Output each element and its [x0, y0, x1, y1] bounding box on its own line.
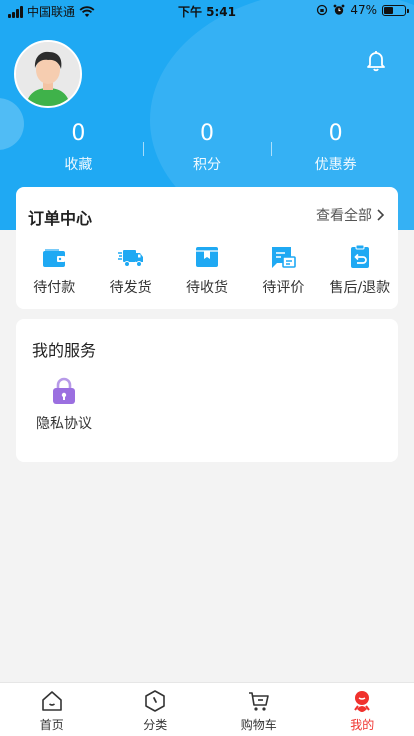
order-pending-shipment[interactable]: 待发货	[92, 243, 168, 297]
order-item-label: 待付款	[33, 280, 76, 296]
tab-profile[interactable]: 我的	[311, 683, 414, 736]
order-item-label: 售后/退款	[329, 280, 391, 296]
stat-label: 优惠券	[314, 157, 357, 173]
bottom-tab-bar: 首页 分类 购物车 我的	[0, 682, 414, 736]
alarm-icon	[333, 4, 345, 15]
tab-label: 购物车	[240, 718, 277, 732]
view-all-orders-link[interactable]: 查看全部	[316, 205, 386, 225]
order-pending-review[interactable]: 待评价	[245, 243, 321, 297]
view-all-label: 查看全部	[316, 208, 372, 224]
tab-label: 我的	[350, 718, 375, 732]
category-icon	[145, 690, 166, 712]
tab-cart[interactable]: 购物车	[207, 683, 311, 736]
privacy-policy-item[interactable]: 隐私协议	[32, 377, 96, 433]
tab-label: 首页	[39, 718, 64, 732]
status-bar: 中国联通 下午 5:41 47%	[0, 0, 414, 22]
order-after-sales[interactable]: 售后/退款	[322, 243, 398, 297]
stat-label: 收藏	[64, 157, 93, 173]
order-pending-receipt[interactable]: 待收货	[169, 243, 245, 297]
bell-icon	[367, 51, 385, 72]
order-item-label: 待收货	[186, 280, 229, 296]
profile-icon	[354, 691, 371, 712]
order-pending-payment[interactable]: 待付款	[16, 243, 92, 297]
status-right: 47%	[316, 3, 409, 17]
lock-icon	[53, 377, 75, 404]
user-avatar-icon	[16, 42, 80, 106]
tab-category[interactable]: 分类	[104, 683, 208, 736]
order-status-row: 待付款 待发货 待收货 待评价 售后/退款	[16, 243, 398, 297]
my-services-card: 我的服务 隐私协议	[16, 319, 398, 462]
orientation-lock-icon	[317, 4, 328, 16]
wallet-icon	[43, 249, 66, 267]
chevron-right-icon	[377, 209, 385, 221]
battery-fill	[384, 6, 394, 14]
comment-icon	[272, 247, 297, 268]
avatar[interactable]	[14, 40, 82, 108]
stat-value: 0	[328, 121, 343, 146]
home-icon	[41, 691, 62, 711]
stat-coupons[interactable]: 0 优惠券	[271, 120, 400, 176]
stats-row: 0 收藏 0 积分 0 优惠券	[14, 120, 400, 176]
my-services-title: 我的服务	[32, 341, 97, 360]
stat-points[interactable]: 0 积分	[142, 120, 272, 176]
box-icon	[196, 247, 219, 267]
battery-icon	[382, 4, 409, 16]
stat-label: 积分	[193, 157, 221, 173]
cart-icon	[248, 692, 269, 711]
battery-percent: 47%	[350, 3, 377, 17]
tab-home[interactable]: 首页	[0, 683, 104, 736]
stat-value: 0	[200, 121, 214, 146]
tab-label: 分类	[143, 718, 168, 732]
refund-icon	[350, 244, 369, 268]
truck-icon	[117, 250, 143, 267]
stat-favorites[interactable]: 0 收藏	[14, 120, 143, 176]
order-item-label: 待评价	[262, 280, 305, 296]
notification-bell-button[interactable]	[362, 46, 390, 74]
service-item-label: 隐私协议	[36, 416, 92, 432]
order-center-card: 订单中心 查看全部 待付款 待发货 待收货 待评价 售后/退款	[16, 187, 398, 309]
stat-value: 0	[71, 121, 86, 146]
order-center-title: 订单中心	[28, 209, 93, 228]
order-item-label: 待发货	[109, 280, 152, 296]
